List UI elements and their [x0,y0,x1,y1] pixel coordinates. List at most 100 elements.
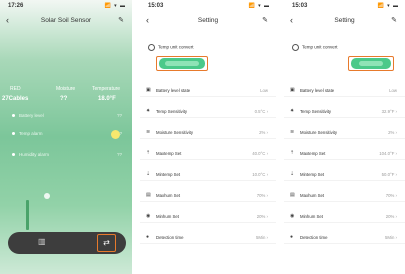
setting-value: 5Min › [256,235,268,240]
setting-row-mintemp[interactable]: ⇣ Mintemp Set 10.0°C › [140,168,276,181]
moisture-icon: ≋ [290,129,295,135]
status-bar: 17:26 📶 ▾ ▬ [0,2,132,12]
min-temp-icon: ⇣ [290,171,295,177]
status-icons: 📶 ▾ ▬ [377,3,399,9]
battery-icon: ▣ [290,87,295,93]
page-title: Solar Soil Sensor [40,17,92,24]
bottom-dock: ▥ ⇄ [8,232,126,254]
setting-row-battery: ▣ Battery level state Low [284,84,405,97]
temp-unit-row: Temp unit convert [148,44,194,51]
settings-icon[interactable]: ⇄ [97,234,116,252]
timer-icon: ● [146,234,150,240]
setting-value: 2% › [388,130,397,135]
feature-row: Humidity alarm ?? [12,152,124,159]
lamp-illustration [44,193,50,199]
stat-label-3: Temperature [92,86,121,92]
setting-row-mintemp[interactable]: ⇣ Mintemp Set 50.0°F › [284,168,405,181]
chart-icon[interactable]: ▥ [38,237,46,246]
status-time: 15:03 [148,3,164,9]
setting-label: Temp Sensitivity [156,109,188,114]
setting-label: Battery level state [156,88,191,93]
setting-label: Maxtemp Set [300,151,326,156]
toggle-highlight [359,61,383,66]
status-icons: 📶 ▾ ▬ [248,3,270,9]
header: ‹ Setting ✎ [284,15,405,27]
setting-label: Mintemp Set [156,172,181,177]
feature-label: Battery level [19,113,44,118]
max-temp-icon: ⇡ [290,150,295,156]
setting-row-minhum[interactable]: ◉ Minhum Set 20% › [140,210,276,223]
setting-label: Minhum Set [156,214,179,219]
setting-row-temp-sensitivity[interactable]: ✷ Temp Sensitivity 0.5°C › [140,105,276,118]
toggle-pill [351,58,391,69]
temp-unit-label: Temp unit convert [158,44,194,50]
setting-label: Minhum Set [300,214,323,219]
min-humidity-icon: ◉ [146,213,151,219]
max-humidity-icon: ▤ [146,192,151,198]
status-bar: 15:03 📶 ▾ ▬ [284,2,405,12]
setting-row-maxtemp[interactable]: ⇡ Maxtemp Set 104.0°F › [284,147,405,160]
setting-label: Battery level state [300,88,335,93]
setting-row-moisture-sensitivity[interactable]: ≋ Moisture Sensitivity 2% › [284,126,405,139]
setting-row-maxhum[interactable]: ▤ Maxhum Set 70% › [140,189,276,202]
setting-value: 5Min › [385,235,397,240]
status-icons: 📶 ▾ ▬ [104,3,126,9]
setting-label: Maxhum Set [300,193,325,198]
feature-row: Battery level ?? [12,113,124,120]
status-time: 15:03 [292,3,308,9]
edit-icon[interactable]: ✎ [262,16,268,24]
page-title: Setting [197,17,219,24]
plant-illustration [26,200,29,230]
setting-value: 2% › [259,130,268,135]
edit-icon[interactable]: ✎ [118,16,124,24]
battery-icon: ▣ [146,87,151,93]
setting-value: 70% › [256,193,268,198]
stat-label-2: Moisture [56,86,76,92]
feature-row: Temp alarm ?? [12,131,124,138]
setting-value: 50.0°F › [381,172,397,177]
setting-row-battery: ▣ Battery level state Low [140,84,276,97]
header: ‹ Setting ✎ [140,15,276,27]
setting-value: 104.0°F › [379,151,397,156]
refresh-icon [148,44,155,51]
min-temp-icon: ⇣ [146,171,151,177]
page-title: Setting [334,17,355,24]
temp-unit-toggle[interactable] [348,56,394,71]
setting-row-minhum[interactable]: ◉ Minhum Set 20% › [284,210,405,223]
setting-label: Moisture Sensitivity [156,130,194,135]
setting-label: Maxtemp Set [156,151,182,156]
status-time: 17:26 [8,3,24,9]
settings-screen-celsius: 15:03 📶 ▾ ▬ ‹ Setting ✎ Temp unit conver… [140,0,276,274]
settings-screen-fahrenheit: 15:03 📶 ▾ ▬ ‹ Setting ✎ Temp unit conver… [284,0,405,274]
edit-icon[interactable]: ✎ [391,16,397,24]
setting-value: 70% › [385,193,397,198]
setting-row-maxhum[interactable]: ▤ Maxhum Set 70% › [284,189,405,202]
setting-value: 40.0°C › [252,151,268,156]
feature-label: Humidity alarm [19,152,50,157]
setting-label: Maxhum Set [156,193,181,198]
min-humidity-icon: ◉ [290,213,295,219]
stat-value-right: 18.0°F [98,96,116,102]
setting-row-temp-sensitivity[interactable]: ✷ Temp Sensitivity 32.9°F › [284,105,405,118]
refresh-icon [292,44,299,51]
setting-label: Moisture Sensitivity [300,130,338,135]
moisture-icon: ≋ [146,129,151,135]
stat-value-mid: ?? [60,96,68,102]
stat-label-1: RED [10,86,21,92]
setting-value: Low [260,88,268,93]
temp-unit-toggle[interactable] [156,56,208,71]
feature-value: ?? [116,152,122,157]
timer-icon: ● [290,234,294,240]
feature-label: Temp alarm [19,131,43,136]
setting-row-maxtemp[interactable]: ⇡ Maxtemp Set 40.0°C › [140,147,276,160]
stat-value-main: 27Cables [2,96,29,102]
setting-row-detection-time[interactable]: ● Detection time 5Min › [284,231,405,244]
setting-row-detection-time[interactable]: ● Detection time 5Min › [140,231,276,244]
setting-row-moisture-sensitivity[interactable]: ≋ Moisture Sensitivity 2% › [140,126,276,139]
temp-unit-label: Temp unit convert [302,44,338,50]
max-temp-icon: ⇡ [146,150,151,156]
header: ‹ Solar Soil Sensor ✎ [0,15,132,27]
status-bar: 15:03 📶 ▾ ▬ [140,2,276,12]
temperature-icon: ✷ [146,108,151,114]
bullet-icon [12,114,15,118]
